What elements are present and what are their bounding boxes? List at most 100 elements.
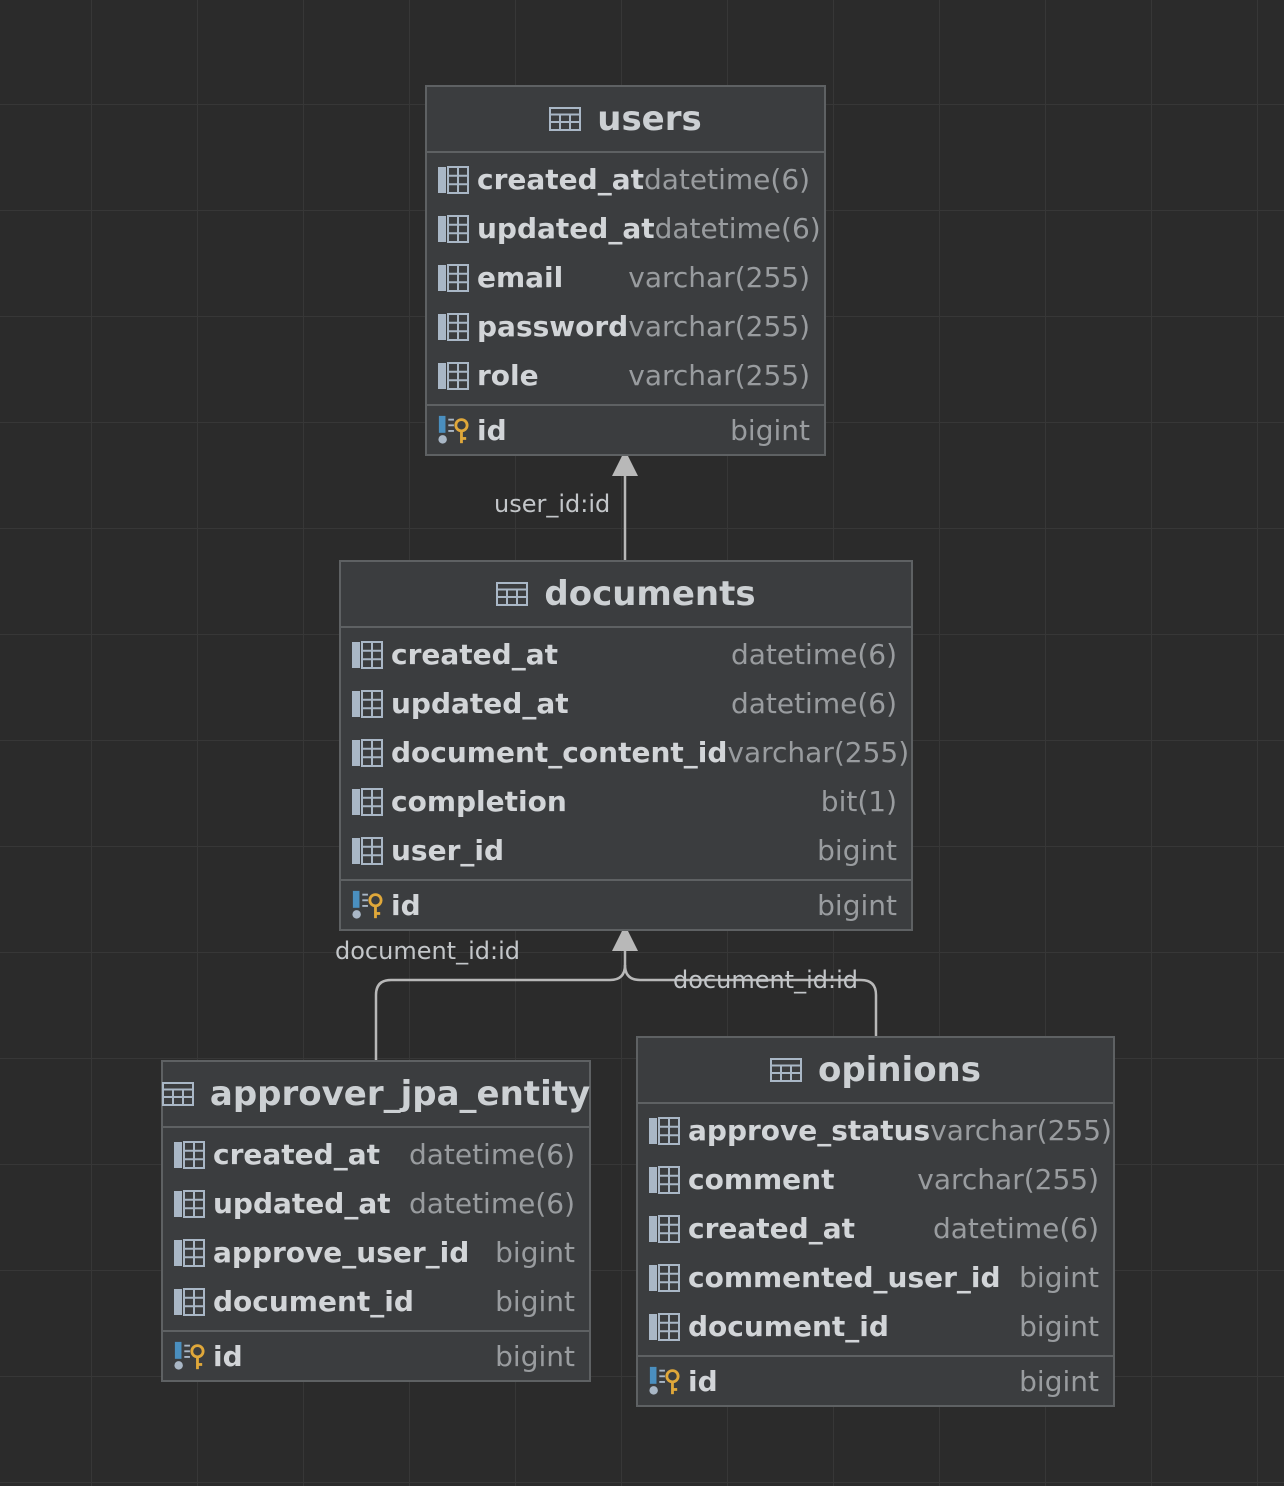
column-name: role xyxy=(477,359,539,392)
primary-key-row[interactable]: id bigint xyxy=(638,1357,1113,1405)
column-type: bigint xyxy=(495,1285,575,1318)
column-icon xyxy=(351,689,383,718)
column-name: password xyxy=(477,310,629,343)
primary-key-section: id bigint xyxy=(638,1355,1113,1405)
table-icon xyxy=(161,1082,194,1106)
entity-approver-jpa-entity[interactable]: approver_jpa_entity created_at datetime(6… xyxy=(161,1060,591,1382)
relation-label-user-id: user_id:id xyxy=(494,490,611,518)
column-type: varchar(255) xyxy=(628,310,810,343)
column-row[interactable]: approve_user_id bigint xyxy=(163,1228,589,1277)
column-name: approve_user_id xyxy=(213,1236,470,1269)
column-row[interactable]: created_at datetime(6) xyxy=(341,630,911,679)
column-row[interactable]: created_at datetime(6) xyxy=(427,155,824,204)
primary-key-icon xyxy=(437,415,469,444)
primary-key-section: id bigint xyxy=(427,404,824,454)
column-icon xyxy=(437,361,469,390)
column-type: varchar(255) xyxy=(628,261,810,294)
column-icon xyxy=(173,1140,205,1169)
column-name: created_at xyxy=(477,163,644,196)
column-type: varchar(255) xyxy=(917,1163,1099,1196)
column-row[interactable]: approve_status varchar(255) xyxy=(638,1106,1113,1155)
entity-header: users xyxy=(427,87,824,153)
primary-key-icon xyxy=(173,1341,205,1370)
column-row[interactable]: completion bit(1) xyxy=(341,777,911,826)
column-row[interactable]: created_at datetime(6) xyxy=(638,1204,1113,1253)
column-name: id xyxy=(391,888,421,922)
column-name: updated_at xyxy=(213,1187,391,1220)
column-list: approve_status varchar(255)comment varchar… xyxy=(638,1104,1113,1355)
entity-header: approver_jpa_entity xyxy=(161,1062,591,1128)
table-icon xyxy=(496,582,529,606)
table-icon xyxy=(769,1058,802,1082)
column-type: bigint xyxy=(1019,1261,1099,1294)
column-icon xyxy=(351,640,383,669)
entity-title: documents xyxy=(544,574,756,614)
entity-header: opinions xyxy=(638,1038,1113,1104)
column-list: created_at datetime(6) updated_at datetime(… xyxy=(427,153,824,404)
primary-key-row[interactable]: id bigint xyxy=(427,406,824,454)
column-list: created_at datetime(6) updated_at datetime(… xyxy=(341,628,911,879)
column-icon xyxy=(351,787,383,816)
column-row[interactable]: created_at datetime(6) xyxy=(163,1130,589,1179)
column-type: bigint xyxy=(495,1236,575,1269)
column-icon xyxy=(173,1189,205,1218)
column-icon xyxy=(437,312,469,341)
entity-title: approver_jpa_entity xyxy=(209,1074,591,1114)
column-icon xyxy=(648,1263,680,1292)
column-name: created_at xyxy=(213,1138,380,1171)
column-row[interactable]: user_id bigint xyxy=(341,826,911,875)
entity-documents[interactable]: documents created_at datetime(6) updated_a… xyxy=(339,560,913,931)
column-icon xyxy=(351,836,383,865)
column-type: bigint xyxy=(730,413,810,447)
column-type: bigint xyxy=(1019,1310,1099,1343)
primary-key-row[interactable]: id bigint xyxy=(341,881,911,929)
column-name: comment xyxy=(688,1163,835,1196)
entity-users[interactable]: users created_at datetime(6) updated_at dat… xyxy=(425,85,826,456)
column-row[interactable]: updated_at datetime(6) xyxy=(427,204,824,253)
column-name: created_at xyxy=(688,1212,855,1245)
column-row[interactable]: role varchar(255) xyxy=(427,351,824,400)
column-type: datetime(6) xyxy=(408,1187,575,1220)
column-type: datetime(6) xyxy=(932,1212,1099,1245)
primary-key-section: id bigint xyxy=(341,879,911,929)
column-type: varchar(255) xyxy=(930,1114,1112,1147)
column-row[interactable]: document_content_id varchar(255) xyxy=(341,728,911,777)
column-name: commented_user_id xyxy=(688,1261,1001,1294)
column-name: document_content_id xyxy=(391,736,728,769)
column-icon xyxy=(437,214,469,243)
column-name: user_id xyxy=(391,834,505,867)
column-icon xyxy=(648,1312,680,1341)
column-type: datetime(6) xyxy=(730,638,897,671)
column-icon xyxy=(437,165,469,194)
column-name: id xyxy=(213,1339,243,1373)
column-type: bigint xyxy=(495,1339,575,1373)
column-type: bit(1) xyxy=(820,785,897,818)
column-row[interactable]: comment varchar(255) xyxy=(638,1155,1113,1204)
column-name: created_at xyxy=(391,638,558,671)
relation-line-approver-documents xyxy=(374,951,627,1060)
column-row[interactable]: password varchar(255) xyxy=(427,302,824,351)
column-name: id xyxy=(477,413,507,447)
column-type: datetime(6) xyxy=(654,212,821,245)
column-row[interactable]: commented_user_id bigint xyxy=(638,1253,1113,1302)
column-row[interactable]: document_id bigint xyxy=(638,1302,1113,1351)
column-row[interactable]: email varchar(255) xyxy=(427,253,824,302)
column-icon xyxy=(173,1238,205,1267)
column-row[interactable]: updated_at datetime(6) xyxy=(341,679,911,728)
column-row[interactable]: document_id bigint xyxy=(163,1277,589,1326)
entity-opinions[interactable]: opinions approve_status varchar(255) comme… xyxy=(636,1036,1115,1407)
column-type: datetime(6) xyxy=(408,1138,575,1171)
column-name: updated_at xyxy=(391,687,569,720)
primary-key-row[interactable]: id bigint xyxy=(163,1332,589,1380)
column-name: updated_at xyxy=(477,212,655,245)
column-type: bigint xyxy=(817,888,897,922)
primary-key-icon xyxy=(351,890,383,919)
column-type: bigint xyxy=(817,834,897,867)
column-icon xyxy=(437,263,469,292)
column-name: document_id xyxy=(688,1310,889,1343)
column-icon xyxy=(351,738,383,767)
column-type: varchar(255) xyxy=(727,736,910,769)
column-row[interactable]: updated_at datetime(6) xyxy=(163,1179,589,1228)
entity-title: opinions xyxy=(817,1050,981,1090)
column-type: varchar(255) xyxy=(628,359,810,392)
